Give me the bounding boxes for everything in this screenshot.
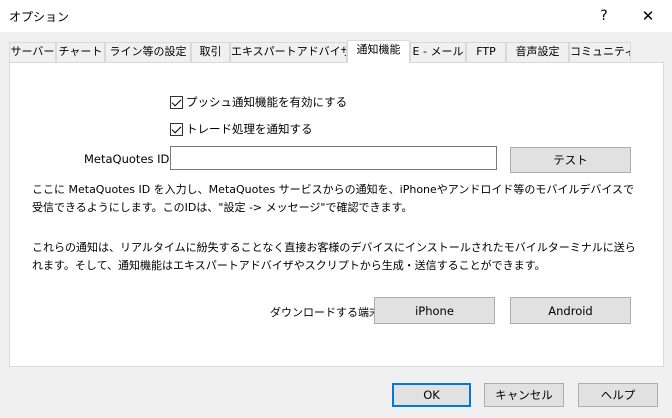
ok-button[interactable]: OK	[392, 383, 471, 407]
enable-push-checkbox[interactable]	[170, 95, 183, 109]
tab-expert-advisors[interactable]: エキスパートアドバイザ	[230, 42, 347, 62]
android-button[interactable]: Android	[510, 297, 631, 324]
metaquotes-id-input[interactable]	[170, 146, 497, 170]
enable-push-label: プッシュ通知機能を有効にする	[186, 95, 348, 109]
tab-email[interactable]: E - メール	[410, 42, 466, 62]
window-title: オプション	[9, 10, 70, 24]
tab-trade[interactable]: 取引	[191, 42, 230, 62]
metaquotes-id-label: MetaQuotes ID	[84, 152, 170, 166]
help-icon[interactable]: ?	[582, 0, 626, 32]
tab-strip: サーバー チャート ライン等の設定 取引 エキスパートアドバイザ 通知機能 E …	[9, 40, 665, 63]
tab-server[interactable]: サーバー	[9, 42, 56, 62]
title-bar: オプション ? ✕	[0, 0, 672, 32]
notify-trade-checkbox-row[interactable]: トレード処理を通知する	[170, 121, 313, 137]
info-text-metaquotes: ここに MetaQuotes ID を入力し、MetaQuotes サービスから…	[32, 183, 635, 214]
iphone-button[interactable]: iPhone	[374, 297, 495, 324]
tab-notifications[interactable]: 通知機能	[347, 40, 410, 63]
test-button[interactable]: テスト	[510, 147, 631, 173]
notify-trade-label: トレード処理を通知する	[186, 122, 313, 136]
tab-objects[interactable]: ライン等の設定	[105, 42, 191, 62]
tab-ftp[interactable]: FTP	[466, 42, 506, 62]
tab-sound[interactable]: 音声設定	[506, 42, 569, 62]
enable-push-checkbox-row[interactable]: プッシュ通知機能を有効にする	[170, 94, 347, 110]
download-label: ダウンロードする端末:	[270, 306, 384, 319]
tab-community[interactable]: コミュニティ	[569, 42, 631, 62]
tab-chart[interactable]: チャート	[56, 42, 105, 62]
help-button[interactable]: ヘルプ	[578, 383, 658, 407]
cancel-button[interactable]: キャンセル	[484, 383, 564, 407]
info-text-delivery: これらの通知は、リアルタイムに紛失することなく直接お客様のデバイスにインストール…	[32, 241, 636, 272]
close-icon[interactable]: ✕	[626, 0, 670, 32]
notify-trade-checkbox[interactable]	[170, 122, 183, 136]
